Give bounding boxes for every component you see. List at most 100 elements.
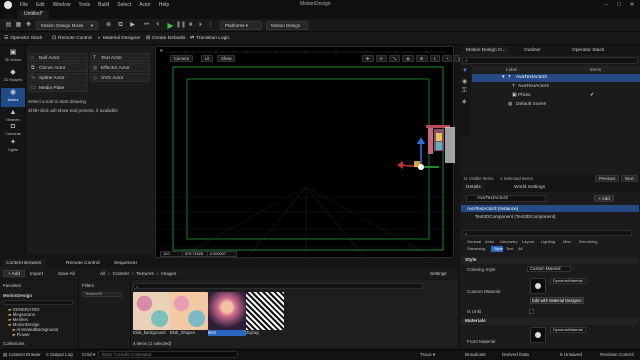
lock-icon[interactable]: ⚿ xyxy=(462,88,467,95)
close-icon[interactable]: ✕ xyxy=(626,1,638,9)
menu-item-build[interactable]: Build xyxy=(98,2,109,8)
tab-world-settings[interactable]: World Settings xyxy=(510,183,549,192)
play-icon[interactable]: ▶ xyxy=(166,21,175,30)
category-tab-lighting[interactable]: Lighting xyxy=(538,239,559,245)
mode-actors[interactable]: ◉ Actors xyxy=(1,88,25,107)
outliner-row[interactable]: ▾ T AvaTextActor3 xyxy=(472,74,640,82)
actor-name-field[interactable]: AvaTextActor3 xyxy=(466,195,546,202)
content-drawer-button[interactable]: ▤ Content Drawer xyxy=(3,350,41,359)
tab-details[interactable]: Details xyxy=(462,183,485,192)
filter-chip[interactable]: Texture2D xyxy=(82,292,122,297)
add-component-button[interactable]: + Add xyxy=(594,195,614,202)
camera-speed-icon[interactable]: ◔ xyxy=(441,55,453,62)
show-button[interactable]: Show xyxy=(217,55,236,62)
derived-data-button[interactable]: Derived Data xyxy=(502,350,529,359)
menu-item-edit[interactable]: Edit xyxy=(36,2,45,8)
add-actor-icon[interactable]: ⊕ xyxy=(104,21,113,30)
translate-icon[interactable]: ✥ xyxy=(362,55,374,62)
asset-tile[interactable]: Blob_Shapes xyxy=(170,292,208,336)
outliner-row[interactable]: T AvaTextActor3 xyxy=(472,83,640,91)
tab-motion-design-outliner[interactable]: Motion Design O... xyxy=(462,46,510,55)
style-section-header[interactable]: Style xyxy=(461,257,639,264)
category-tab-geometry[interactable]: Geometry xyxy=(497,239,521,245)
front-material-dropdown[interactable]: DynamicMaterial xyxy=(550,327,586,333)
category-tab-actor[interactable]: Actor xyxy=(482,239,498,245)
menu-item-window[interactable]: Window xyxy=(53,2,71,8)
breadcrumb-segment[interactable]: Content xyxy=(113,271,129,276)
menu-item-help[interactable]: Help xyxy=(159,2,169,8)
visibility-icon[interactable]: ◉ xyxy=(462,78,467,85)
revision-control-button[interactable]: Revision Control xyxy=(600,350,634,359)
step-back-icon[interactable]: ⏴ xyxy=(153,21,162,30)
scale-icon[interactable]: ⤡ xyxy=(389,55,401,62)
skip-back-icon[interactable]: ⏮ xyxy=(142,21,151,30)
category-tab-all[interactable]: All xyxy=(515,246,526,252)
svg-actor-button[interactable]: ◇ SVG Actor xyxy=(90,73,150,82)
breadcrumb-segment[interactable]: Images xyxy=(161,271,176,276)
menu-item-actor[interactable]: Actor xyxy=(139,2,151,8)
viewport[interactable] xyxy=(155,46,455,260)
content-icon[interactable]: ▦ xyxy=(14,21,23,30)
coord-z-field[interactable]: 0.000007 xyxy=(207,251,237,257)
output-log-button[interactable]: ≡ Output Log xyxy=(46,350,73,359)
folder-search[interactable] xyxy=(3,300,73,305)
stop-icon[interactable]: ■ xyxy=(186,21,195,30)
category-tab-streaming[interactable]: Streaming xyxy=(464,246,489,252)
mode-3d-actors[interactable]: ▣ 3D Actors xyxy=(1,48,25,67)
maximize-icon[interactable]: □ xyxy=(613,1,625,9)
save-all-button[interactable]: Save All xyxy=(58,270,75,277)
cmd-dropdown[interactable]: Cmd ▾ xyxy=(82,350,95,359)
viewport-menu-icon[interactable]: ≡ xyxy=(160,48,167,54)
menu-item-file[interactable]: File xyxy=(20,2,28,8)
cinematics-icon[interactable]: ▶ xyxy=(128,21,137,30)
filter-icon[interactable]: ▼ xyxy=(462,68,468,74)
snap-icon[interactable]: ⊞ xyxy=(416,55,428,62)
tab-remote-control[interactable]: Remote Control xyxy=(62,259,104,268)
front-material-thumbnail[interactable] xyxy=(530,327,546,343)
asset-search[interactable]: ⌕ xyxy=(133,283,423,289)
instance-row[interactable]: AvaTextActor3 (Instance) xyxy=(461,205,639,212)
tab-operator-stack[interactable]: Operator Stack xyxy=(568,46,608,55)
custom-material-thumbnail[interactable] xyxy=(530,278,546,294)
step-forward-icon[interactable]: ⏵ xyxy=(196,21,205,30)
tab-content-browser[interactable]: Content Browser xyxy=(2,259,46,268)
asset-tile[interactable]: lev3 xyxy=(208,292,246,336)
cb-settings-button[interactable]: Settings xyxy=(430,270,447,277)
breadcrumb-segment[interactable]: Textures xyxy=(136,271,153,276)
operator-stack-button[interactable]: ☰ Operator Stack xyxy=(4,35,43,43)
is-unlit-checkbox[interactable] xyxy=(529,309,534,314)
asset-tile[interactable]: Zigzag xyxy=(246,292,284,336)
rotate-icon[interactable]: ⟳ xyxy=(375,55,388,62)
outliner-search[interactable]: ⌕ xyxy=(462,57,638,64)
select-mode-icon[interactable]: ✥ xyxy=(24,21,33,30)
previous-button[interactable]: Previous xyxy=(595,175,620,182)
tag-icon[interactable]: ◈ xyxy=(462,98,467,105)
minimize-icon[interactable]: – xyxy=(600,1,612,9)
blueprint-icon[interactable]: ⧉ xyxy=(116,21,125,30)
remote-control-button[interactable]: ⊡ Remote Control xyxy=(52,35,92,43)
favorites-header[interactable]: Favorites xyxy=(3,283,21,288)
outliner-row[interactable]: ▣ Photo ✔ xyxy=(472,92,640,100)
import-button[interactable]: Import xyxy=(30,270,43,277)
details-search[interactable]: ⌕ xyxy=(462,230,632,236)
media-plate-button[interactable]: ▭ Media Plate xyxy=(28,83,88,92)
null-actor-button[interactable]: ○ Null Actor xyxy=(28,53,88,62)
world-icon[interactable]: ◍ xyxy=(402,55,415,62)
transition-logic-button[interactable]: ⇄ Transition Logic xyxy=(190,35,230,43)
custom-material-dropdown[interactable]: DynamicMaterial xyxy=(550,278,586,284)
create-defaults-button[interactable]: ⊞ Create Defaults xyxy=(146,35,185,43)
coloring-style-dropdown[interactable]: Custom Material xyxy=(527,266,571,272)
console-input[interactable]: Enter Console Command xyxy=(98,351,238,358)
category-tab-layout[interactable]: Layout xyxy=(519,239,538,245)
save-icon[interactable]: ▤ xyxy=(4,21,13,30)
category-tab-misc[interactable]: Misc xyxy=(560,239,575,245)
materials-section-header[interactable]: Materials xyxy=(461,318,639,325)
platforms-button[interactable]: Platforms ▾ xyxy=(220,21,262,30)
spline-actor-button[interactable]: ∿ Spline Actor xyxy=(28,73,88,82)
pause-icon[interactable]: ❚❚ xyxy=(176,21,186,30)
lit-button[interactable]: Lit xyxy=(201,55,214,62)
scale-snap-value[interactable]: 1 xyxy=(429,55,440,62)
mode-lights[interactable]: ✦ Lights xyxy=(1,138,25,157)
next-button[interactable]: Next xyxy=(621,175,638,182)
trace-button[interactable]: Trace ▾ xyxy=(420,350,435,359)
